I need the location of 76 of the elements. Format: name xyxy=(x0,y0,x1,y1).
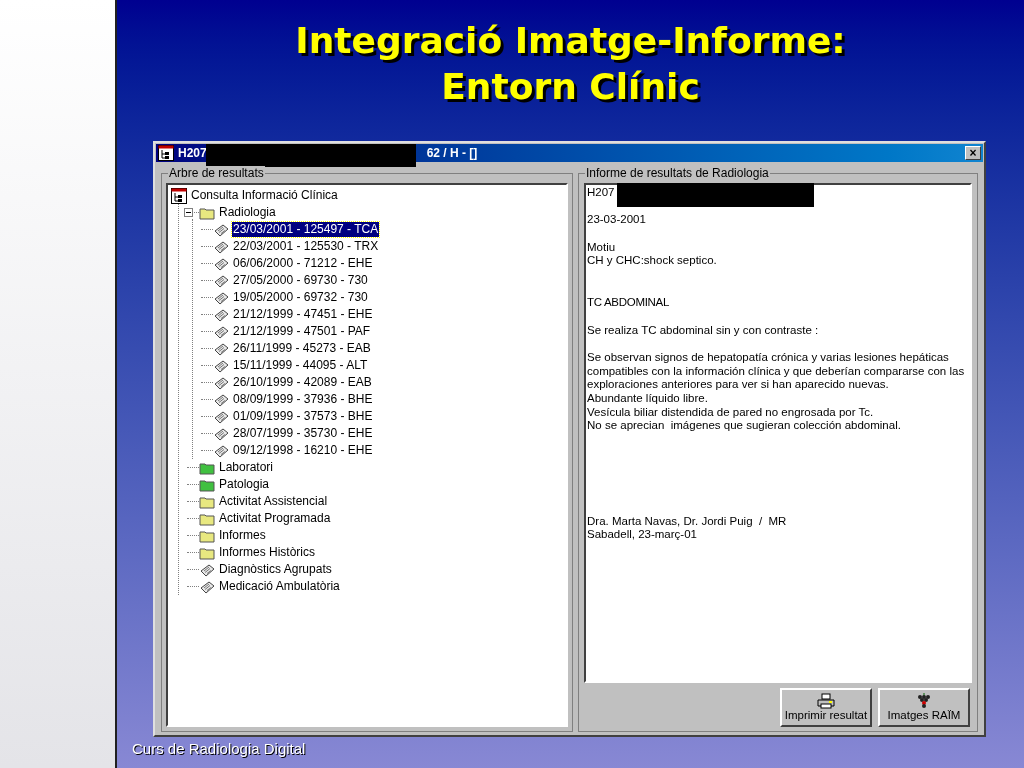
tree-item[interactable]: Radiologia xyxy=(218,205,277,220)
slide-title: Entorn Clínic xyxy=(441,65,700,109)
tree-item[interactable]: 23/03/2001 - 125497 - TCA xyxy=(232,222,380,237)
document-icon xyxy=(213,239,229,254)
tree-item[interactable]: Informes Històrics xyxy=(218,545,317,560)
report-line: TC ABDOMINAL xyxy=(587,295,670,310)
document-icon xyxy=(199,562,215,577)
toolbar-button[interactable]: Imprimir resultat xyxy=(780,688,872,727)
tree-item[interactable]: 21/12/1999 - 47451 - EHE xyxy=(232,307,374,322)
report-line: CH y CHC:shock septico. xyxy=(587,254,717,268)
folder-icon xyxy=(199,545,215,560)
report-line: Vesícula biliar distendida de pared no engrosada por Tc. xyxy=(587,405,874,420)
document-icon xyxy=(213,392,229,407)
report-line: Motiu xyxy=(587,240,616,255)
report-line: Sabadell, 23-març-01 xyxy=(587,528,697,542)
document-icon xyxy=(213,409,229,424)
tree-item[interactable]: 01/09/1999 - 37573 - BHE xyxy=(232,409,374,424)
tree-item[interactable]: Activitat Programada xyxy=(218,511,332,526)
tree-item[interactable]: 26/10/1999 - 42089 - EAB xyxy=(232,375,373,390)
document-icon xyxy=(213,443,229,458)
report-line: Dra. Marta Navas, Dr. Jordi Puig / MR xyxy=(587,514,787,529)
window-title: H207 xyxy=(178,145,207,162)
tree-app-icon xyxy=(171,187,187,204)
group-label: Informe de resultats de Radiologia xyxy=(585,166,770,180)
tree-item[interactable]: Laboratori xyxy=(218,460,275,475)
tree-item[interactable]: Consulta Informació Clínica xyxy=(190,188,339,203)
report-line: Se observan signos de hepatopatía crónica y varias lesiones hepáticas xyxy=(587,351,949,365)
folder-icon xyxy=(199,460,215,475)
tree-item[interactable]: 28/07/1999 - 35730 - EHE xyxy=(232,426,374,441)
printer-icon xyxy=(817,693,835,709)
report-line: Se realiza TC abdominal sin y con contraste : xyxy=(587,323,819,338)
toolbar-button[interactable]: Imatges RAÏM xyxy=(878,688,970,727)
tree-item[interactable]: 09/12/1998 - 16210 - EHE xyxy=(232,443,374,458)
folder-icon xyxy=(199,477,215,492)
close-button[interactable]: × xyxy=(965,146,981,160)
document-icon xyxy=(199,579,215,594)
report-line: No se aprecian imágenes que sugieran colección abdominal. xyxy=(587,419,901,433)
document-icon xyxy=(213,375,229,390)
document-icon xyxy=(213,256,229,271)
document-icon xyxy=(213,358,229,373)
document-icon xyxy=(213,324,229,339)
slide-footer: Curs de Radiologia Digital xyxy=(132,739,306,759)
report-line: compatibles con la información clínica y que deberían compararse con las xyxy=(587,364,965,379)
tree-item[interactable]: 06/06/2000 - 71212 - EHE xyxy=(232,256,374,271)
tree-item[interactable]: 21/12/1999 - 47501 - PAF xyxy=(232,324,372,339)
tree-item[interactable]: Patologia xyxy=(218,477,271,492)
collapse-toggle[interactable] xyxy=(184,208,193,217)
folder-icon xyxy=(199,511,215,526)
tree-item[interactable]: 08/09/1999 - 37936 - BHE xyxy=(232,392,374,407)
tree-item[interactable]: Activitat Assistencial xyxy=(218,494,329,509)
grapes-icon xyxy=(916,693,932,709)
window-title: 62 / H - [] xyxy=(426,145,478,162)
report-line: H207 xyxy=(587,186,615,200)
report-line: 23-03-2001 xyxy=(587,213,646,227)
tree-item[interactable]: Medicació Ambulatòria xyxy=(218,579,341,594)
folder-icon xyxy=(199,528,215,543)
document-icon xyxy=(213,290,229,305)
folder-icon xyxy=(199,205,215,220)
document-icon xyxy=(213,426,229,441)
document-icon xyxy=(213,307,229,322)
group-label: Arbre de resultats xyxy=(168,166,265,180)
tree-item[interactable]: 27/05/2000 - 69730 - 730 xyxy=(232,273,369,288)
report-line: Abundante líquido libre. xyxy=(587,391,708,406)
tree-item[interactable]: Diagnòstics Agrupats xyxy=(218,562,333,577)
document-icon xyxy=(213,273,229,288)
tree-item[interactable]: 22/03/2001 - 125530 - TRX xyxy=(232,239,380,254)
tree-app-icon xyxy=(158,145,174,161)
tree-item[interactable]: Informes xyxy=(218,528,267,543)
slide-title: Integració Imatge-Informe: xyxy=(295,19,846,63)
tree-item[interactable]: 19/05/2000 - 69732 - 730 xyxy=(232,290,369,305)
tree-item[interactable]: 26/11/1999 - 45273 - EAB xyxy=(232,341,372,356)
document-icon xyxy=(213,341,229,356)
tree-item[interactable]: 15/11/1999 - 44095 - ALT xyxy=(232,358,369,373)
report-line: exploraciones anteriores para ver si han aparecido nuevas. xyxy=(587,378,889,392)
folder-icon xyxy=(199,494,215,509)
document-icon xyxy=(213,222,229,237)
